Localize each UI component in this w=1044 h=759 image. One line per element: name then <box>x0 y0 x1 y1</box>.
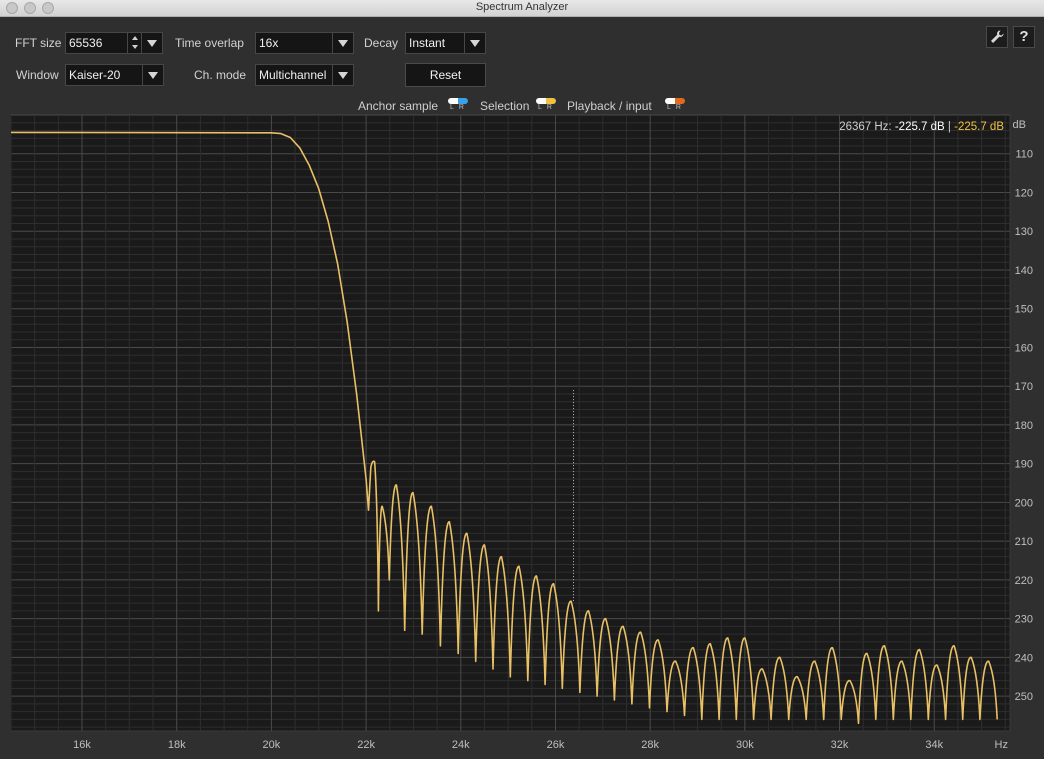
y-tick-label: 220 <box>1015 575 1033 587</box>
x-tick-label: 24k <box>452 739 470 751</box>
spectrum-chart[interactable]: 16k 18k 20k 22k 24k 26k 28k 30k 32k 34k Hz 1101201… <box>0 0 1044 759</box>
x-tick-label: 18k <box>168 739 186 751</box>
y-tick-label: 150 <box>1015 304 1033 316</box>
x-tick-label: 34k <box>925 739 943 751</box>
readout-separator: | <box>948 121 951 133</box>
plot-area[interactable] <box>10 114 1011 732</box>
y-tick-label: 130 <box>1015 226 1033 238</box>
y-tick-label: 210 <box>1015 536 1033 548</box>
y-tick-label: 120 <box>1015 187 1033 199</box>
x-axis: 16k 18k 20k 22k 24k 26k 28k 30k 32k 34k Hz <box>73 739 1008 751</box>
y-tick-label: 140 <box>1015 265 1033 277</box>
x-tick-label: 28k <box>641 739 659 751</box>
readout-freq: 26367 Hz: <box>839 121 891 133</box>
x-tick-label: 22k <box>357 739 375 751</box>
y-tick-label: 160 <box>1015 342 1033 354</box>
y-tick-label: 180 <box>1015 420 1033 432</box>
y-tick-label: 110 <box>1015 149 1033 161</box>
x-unit-label: Hz <box>995 739 1008 751</box>
x-tick-label: 32k <box>831 739 849 751</box>
y-tick-label: 230 <box>1015 614 1033 626</box>
readout-right-db: -225.7 dB <box>954 121 1004 133</box>
y-tick-label: 240 <box>1015 652 1033 664</box>
y-tick-label: 250 <box>1015 691 1033 703</box>
y-tick-label: 200 <box>1015 497 1033 509</box>
cursor-readout: 26367 Hz: -225.7 dB | -225.7 dB <box>839 121 1004 133</box>
readout-left-db: -225.7 dB <box>895 121 945 133</box>
x-tick-label: 30k <box>736 739 754 751</box>
x-tick-label: 26k <box>547 739 565 751</box>
x-tick-label: 16k <box>73 739 91 751</box>
x-tick-label: 20k <box>263 739 281 751</box>
y-tick-label: 190 <box>1015 459 1033 471</box>
y-axis: 110 120 130 140 150 160 170 180 190 200 210 220 230 2… <box>1013 119 1033 703</box>
y-unit-label: dB <box>1013 119 1026 131</box>
y-tick-label: 170 <box>1015 381 1033 393</box>
